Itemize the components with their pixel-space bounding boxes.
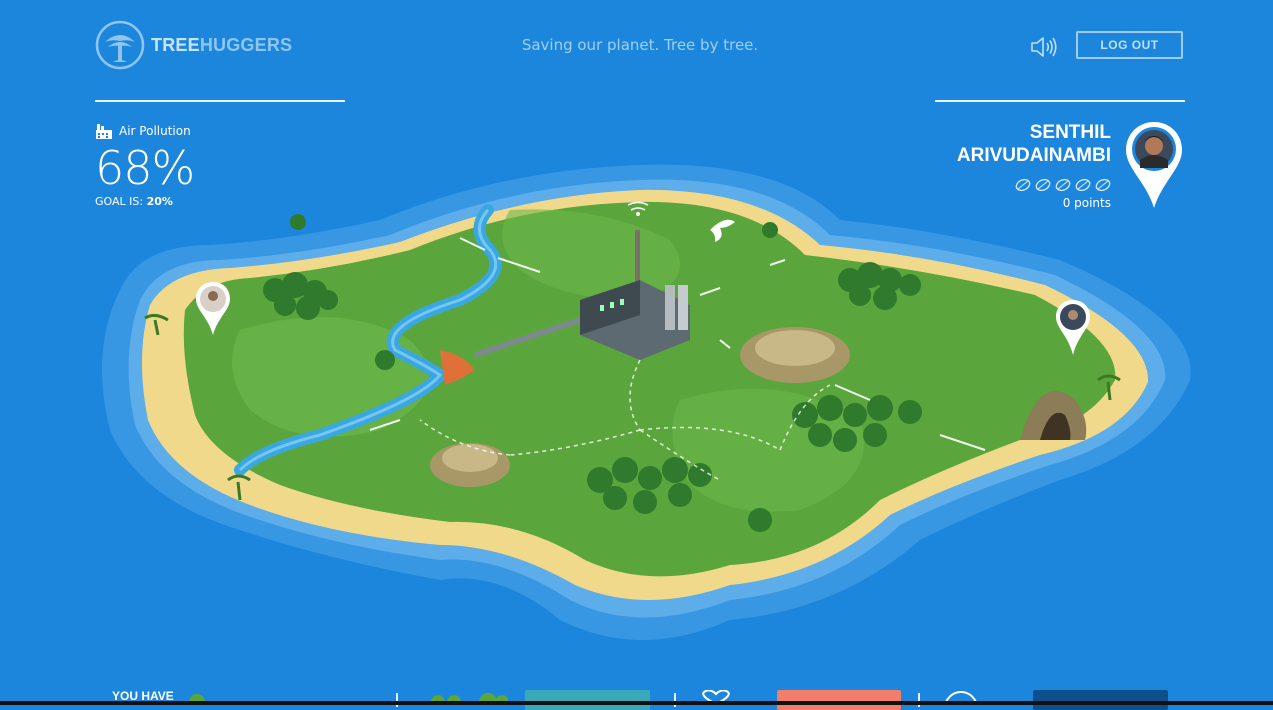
divider-right	[935, 100, 1185, 102]
logo[interactable]: TREEHUGGERS	[95, 20, 292, 70]
tagline: Saving our planet. Tree by tree.	[521, 36, 759, 54]
island-map[interactable]	[80, 150, 1200, 690]
logout-button[interactable]: LOG OUT	[1076, 31, 1183, 59]
window-edge	[0, 701, 1273, 705]
logo-text: TREEHUGGERS	[151, 34, 293, 55]
donate-button[interactable]	[777, 690, 901, 710]
factory-icon	[96, 124, 112, 139]
divider-left	[95, 100, 345, 102]
speaker-icon[interactable]	[1030, 36, 1058, 58]
user-first-name: SENTHIL	[1029, 122, 1111, 143]
pollution-label: Air Pollution	[119, 124, 191, 138]
invite-button[interactable]	[1033, 690, 1168, 710]
plant-button[interactable]	[525, 690, 650, 710]
tree-logo-icon	[95, 20, 145, 70]
